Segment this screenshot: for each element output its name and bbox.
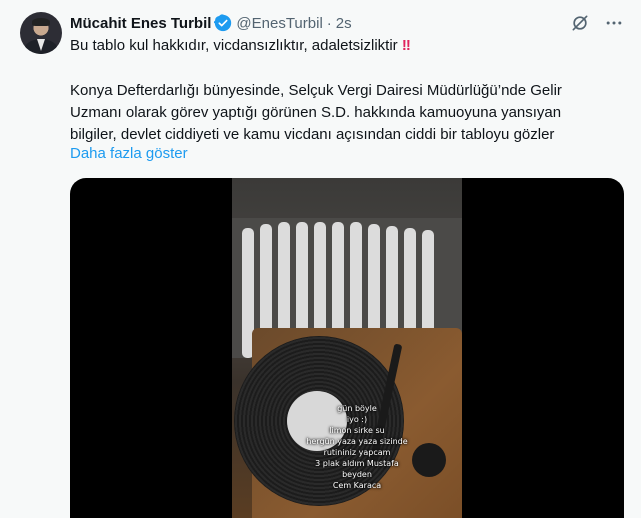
separator: · [326, 14, 332, 32]
caption-line: beyden [342, 470, 372, 479]
paragraph-line: bilgiler, devlet ciddiyeti ve kamu vicda… [70, 126, 555, 143]
timestamp[interactable]: 2s [336, 15, 352, 32]
double-exclamation-emoji: !! [401, 37, 411, 54]
grok-icon[interactable] [569, 12, 591, 34]
more-icon[interactable] [603, 12, 625, 34]
caption-line: 3 plak aldım Mustafa [315, 459, 399, 468]
avatar[interactable] [20, 12, 62, 54]
video-caption: gün böyle iyo :) limon sirke su hergün y… [272, 403, 442, 491]
caption-line: gün böyle [337, 404, 377, 413]
tweet-text: Bu tablo kul hakkıdır, vicdansızlıktır, … [70, 37, 398, 54]
caption-line: Cem Karaca [332, 481, 382, 490]
author-name[interactable]: Mücahit Enes Turbil [70, 15, 211, 32]
tweet: Mücahit Enes Turbil @EnesTurbil · 2s Bu … [0, 0, 641, 518]
tweet-text-first-line: Bu tablo kul hakkıdır, vicdansızlıktır, … [70, 36, 411, 56]
top-actions [569, 12, 625, 34]
caption-line: limon sirke su [329, 426, 385, 435]
show-more-link[interactable]: Daha fazla göster [70, 145, 188, 162]
author-handle[interactable]: @EnesTurbil [236, 15, 322, 32]
tweet-header: Mücahit Enes Turbil @EnesTurbil · 2s [70, 13, 352, 33]
paragraph-line: Uzmanı olarak görev yaptığı görünen S.D.… [70, 104, 562, 121]
caption-line: rutininiz yapcam [323, 448, 391, 457]
caption-line: hergün yaza yaza sizinde [306, 437, 408, 446]
verified-badge-icon[interactable] [214, 14, 232, 32]
video-media[interactable]: gün böyle iyo :) limon sirke su hergün y… [70, 178, 624, 518]
video-frame[interactable]: gün böyle iyo :) limon sirke su hergün y… [232, 178, 462, 518]
paragraph-line: Konya Defterdarlığı bünyesinde, Selçuk V… [70, 82, 562, 99]
tweet-paragraph: Konya Defterdarlığı bünyesinde, Selçuk V… [70, 80, 630, 146]
caption-line: iyo :) [346, 415, 368, 424]
